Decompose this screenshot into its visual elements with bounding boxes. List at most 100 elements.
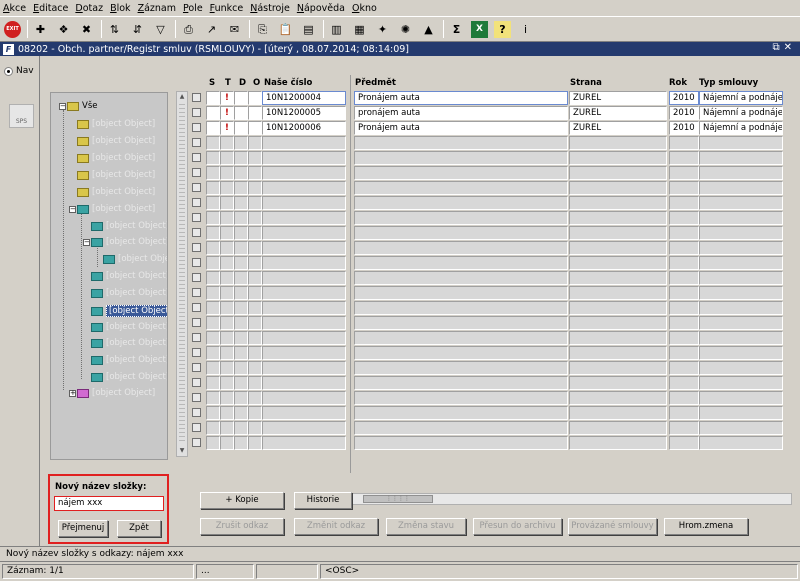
move-to-archive-button[interactable]: Přesun do archivu xyxy=(473,518,562,535)
scroll-thumb[interactable]: ⋮⋮⋮⋮ xyxy=(363,495,433,503)
table-cell-predmet[interactable]: Pronájem auta xyxy=(354,121,568,135)
table-cell-o[interactable] xyxy=(248,436,262,450)
row-select-checkbox[interactable] xyxy=(192,363,201,372)
sort-asc-icon[interactable]: ⇅ xyxy=(106,21,123,38)
table-cell-rok[interactable] xyxy=(669,151,699,165)
table-cell-rok[interactable] xyxy=(669,271,699,285)
table-cell-rok[interactable] xyxy=(669,376,699,390)
table-cell-strana[interactable]: ZUREL xyxy=(569,91,667,105)
row-select-checkbox[interactable] xyxy=(192,333,201,342)
table-cell-typ[interactable]: Nájemní a podnájemní xyxy=(699,121,783,135)
table-cell-strana[interactable] xyxy=(569,391,667,405)
col-header-d[interactable]: D xyxy=(239,78,246,88)
table-cell-nase[interactable] xyxy=(262,226,346,240)
table-cell-t[interactable] xyxy=(220,331,234,345)
tree-item[interactable]: [object Object] xyxy=(91,372,167,382)
table-cell-rok[interactable]: 2010 xyxy=(669,91,699,105)
table-cell-strana[interactable] xyxy=(569,226,667,240)
col-header-rok[interactable]: Rok xyxy=(669,78,687,88)
col-header-strana[interactable]: Strana xyxy=(570,78,602,88)
col-header-predmet[interactable]: Předmět xyxy=(355,78,396,88)
table-cell-t[interactable] xyxy=(220,211,234,225)
table-row[interactable] xyxy=(172,166,800,181)
table-row[interactable] xyxy=(172,256,800,271)
table-cell-strana[interactable] xyxy=(569,286,667,300)
table-cell-nase[interactable] xyxy=(262,391,346,405)
table-cell-typ[interactable] xyxy=(699,211,783,225)
bulk-change-button[interactable]: Hrom.zmena xyxy=(664,518,748,535)
table-cell-d[interactable] xyxy=(234,196,248,210)
table-row[interactable] xyxy=(172,421,800,436)
table-cell-predmet[interactable] xyxy=(354,151,568,165)
table-cell-strana[interactable] xyxy=(569,181,667,195)
tree-item[interactable]: [object Object] xyxy=(91,355,167,365)
table-cell-d[interactable] xyxy=(234,421,248,435)
table-cell-s[interactable] xyxy=(206,316,220,330)
table-row[interactable]: ! 10N1200005 pronájem auta ZUREL 2010 Nájemní… xyxy=(172,106,800,121)
table-row[interactable] xyxy=(172,211,800,226)
table-cell-t[interactable] xyxy=(220,286,234,300)
row-select-checkbox[interactable] xyxy=(192,288,201,297)
row-select-checkbox[interactable] xyxy=(192,378,201,387)
table-cell-s[interactable] xyxy=(206,331,220,345)
table-cell-typ[interactable] xyxy=(699,226,783,240)
col-header-s[interactable]: S xyxy=(209,78,215,88)
table-cell-strana[interactable] xyxy=(569,331,667,345)
table-cell-d[interactable] xyxy=(234,166,248,180)
change-link-button[interactable]: Změnit odkaz xyxy=(294,518,378,535)
tree-item[interactable]: [object Object] xyxy=(91,322,167,332)
table-cell-o[interactable] xyxy=(248,211,262,225)
table-row[interactable] xyxy=(172,301,800,316)
row-select-checkbox[interactable] xyxy=(192,408,201,417)
table-cell-s[interactable] xyxy=(206,91,220,105)
table-cell-o[interactable] xyxy=(248,241,262,255)
table-cell-t[interactable] xyxy=(220,436,234,450)
row-select-checkbox[interactable] xyxy=(192,393,201,402)
table-cell-strana[interactable] xyxy=(569,241,667,255)
table-cell-typ[interactable]: Nájemní a podnájemní xyxy=(699,106,783,120)
table-row[interactable] xyxy=(172,151,800,166)
export-icon[interactable]: ↗ xyxy=(203,21,220,38)
table-cell-t[interactable] xyxy=(220,151,234,165)
table-cell-s[interactable] xyxy=(206,151,220,165)
tree-item[interactable]: [object Object] xyxy=(91,338,167,348)
table-cell-t[interactable] xyxy=(220,136,234,150)
table-cell-strana[interactable] xyxy=(569,166,667,180)
grid-horizontal-scrollbar[interactable]: ⋮⋮⋮⋮ xyxy=(352,493,792,505)
remove-link-button[interactable]: Zrušit odkaz xyxy=(200,518,284,535)
table-cell-nase[interactable]: 10N1200006 xyxy=(262,121,346,135)
table-cell-o[interactable] xyxy=(248,271,262,285)
table-cell-d[interactable] xyxy=(234,121,248,135)
row-select-checkbox[interactable] xyxy=(192,168,201,177)
collapse-icon[interactable]: − xyxy=(59,102,66,110)
row-select-checkbox[interactable] xyxy=(192,258,201,267)
menu-item[interactable]: Akce xyxy=(3,3,26,14)
table-cell-predmet[interactable]: Pronájem auta xyxy=(354,91,568,105)
table-row[interactable] xyxy=(172,136,800,151)
table-cell-rok[interactable] xyxy=(669,226,699,240)
collapse-icon[interactable]: − xyxy=(69,205,76,213)
table-row[interactable] xyxy=(172,226,800,241)
table-cell-d[interactable] xyxy=(234,376,248,390)
row-select-checkbox[interactable] xyxy=(192,213,201,222)
table-cell-d[interactable] xyxy=(234,301,248,315)
table-cell-predmet[interactable] xyxy=(354,136,568,150)
table-cell-strana[interactable] xyxy=(569,421,667,435)
table-cell-d[interactable] xyxy=(234,106,248,120)
nav-radio[interactable]: Nav xyxy=(4,66,34,76)
table-cell-nase[interactable] xyxy=(262,316,346,330)
paste-icon[interactable]: 📋 xyxy=(277,21,294,38)
copy-button[interactable]: + Kopie xyxy=(200,492,284,509)
table-cell-typ[interactable] xyxy=(699,301,783,315)
table-cell-s[interactable] xyxy=(206,166,220,180)
table-cell-strana[interactable] xyxy=(569,361,667,375)
table-cell-predmet[interactable] xyxy=(354,166,568,180)
table-row[interactable] xyxy=(172,241,800,256)
change-state-button[interactable]: Změna stavu xyxy=(386,518,466,535)
table-cell-d[interactable] xyxy=(234,316,248,330)
table-cell-s[interactable] xyxy=(206,301,220,315)
table-cell-rok[interactable] xyxy=(669,181,699,195)
linked-contracts-button[interactable]: Provázané smlouvy xyxy=(568,518,657,535)
table-cell-o[interactable] xyxy=(248,361,262,375)
table-cell-d[interactable] xyxy=(234,91,248,105)
